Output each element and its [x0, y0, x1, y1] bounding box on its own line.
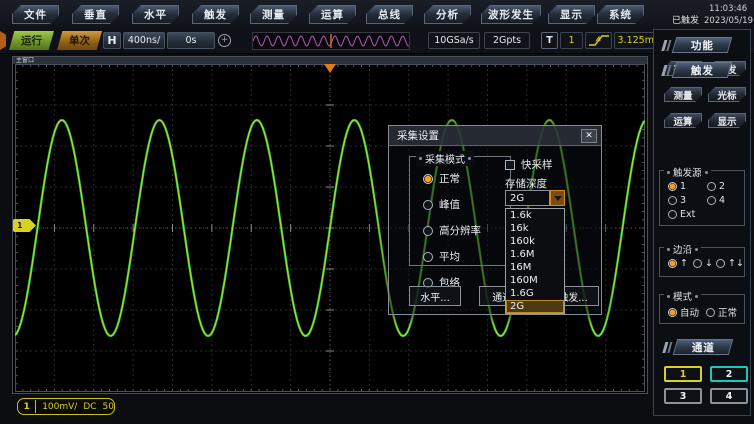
- mode-auto-radio[interactable]: 自动: [668, 305, 699, 319]
- oscilloscope-app: 文件 垂直 水平 触发 测量 运算 总线 分析 波形发生 显示 系统 已触发 1…: [0, 0, 754, 424]
- menu-measure[interactable]: 测量: [250, 5, 297, 24]
- source-ext-radio[interactable]: Ext: [668, 209, 695, 220]
- edge-falling-radio[interactable]: ↓: [693, 258, 713, 269]
- depth-option-selected[interactable]: 2G: [506, 300, 564, 313]
- menu-analysis[interactable]: 分析: [424, 5, 471, 24]
- menu-vertical[interactable]: 垂直: [72, 5, 119, 24]
- source-1-radio[interactable]: 1: [668, 181, 686, 192]
- menu-bus[interactable]: 总线: [366, 5, 413, 24]
- mode-normal-option[interactable]: 正常: [423, 171, 510, 186]
- function-header: 功能: [672, 37, 733, 53]
- channel-1-button[interactable]: 1: [664, 366, 702, 382]
- depth-option[interactable]: 1.6M: [506, 248, 564, 261]
- menu-trigger[interactable]: 触发: [192, 5, 239, 24]
- depth-option[interactable]: 160k: [506, 235, 564, 248]
- mode-hires-option[interactable]: 高分辨率: [423, 223, 510, 238]
- trigger-edge-icon[interactable]: [585, 32, 612, 49]
- scope-window-title: 主窗口: [13, 57, 647, 64]
- trigger-t-button[interactable]: T: [541, 32, 558, 49]
- timebase-button[interactable]: 400ns/: [123, 32, 165, 49]
- trigger-section-header: 触发: [672, 62, 733, 78]
- edge-group: 边沿 ↑ ↓ ↑↓: [659, 247, 745, 277]
- panel-display-button[interactable]: 显示: [708, 113, 746, 128]
- run-button[interactable]: 运行: [9, 31, 54, 50]
- depth-option[interactable]: 160M: [506, 274, 564, 287]
- channel-section-header: 通道: [673, 339, 734, 355]
- dialog-title: 采集设置: [389, 126, 601, 146]
- zoom-magnifier-icon[interactable]: +: [218, 34, 231, 47]
- depth-option[interactable]: 1.6k: [506, 209, 564, 222]
- menu-bar: 文件 垂直 水平 触发 测量 运算 总线 分析 波形发生 显示 系统 已触发 1…: [0, 0, 754, 28]
- trigger-status: 已触发: [672, 13, 699, 26]
- trigger-source-display[interactable]: 1: [560, 32, 583, 49]
- horizontal-settings-button[interactable]: 水平...: [409, 286, 461, 306]
- toolbar: 运行 单次 H 400ns/ 0s + 10GSa/s 2Gpts T 1 3.…: [0, 28, 754, 54]
- menu-math[interactable]: 运算: [309, 5, 356, 24]
- menu-system[interactable]: 系统: [597, 5, 644, 24]
- memory-depth-value: 2G: [506, 191, 550, 205]
- chevron-down-icon[interactable]: [550, 191, 564, 205]
- fast-sample-checkbox[interactable]: [505, 160, 515, 170]
- source-3-radio[interactable]: 3: [668, 195, 686, 206]
- h-offset-button[interactable]: 0s: [167, 32, 215, 49]
- menu-horizontal[interactable]: 水平: [132, 5, 179, 24]
- trigger-source-group: 触发源 1 2 3 4 Ext: [659, 170, 745, 226]
- panel-math-button[interactable]: 运算: [664, 113, 702, 128]
- menu-wavegen[interactable]: 波形发生: [481, 5, 541, 24]
- depth-option[interactable]: 1.6G: [506, 287, 564, 300]
- depth-option[interactable]: 16k: [506, 222, 564, 235]
- clock-date: 2023/05/19: [704, 16, 753, 26]
- fast-sample-row[interactable]: 快采样: [505, 157, 553, 172]
- edge-both-radio[interactable]: ↑↓: [716, 258, 744, 269]
- mode-average-option[interactable]: 平均: [423, 249, 510, 264]
- acquire-settings-dialog: 采集设置 ✕ 采集模式 正常 峰值 高分辨率 平均 包络 快采样 存储深度 2G…: [388, 125, 602, 315]
- channel-2-button[interactable]: 2: [710, 366, 748, 382]
- horizontal-h-button[interactable]: H: [103, 32, 121, 49]
- memory-depth-label: 存储深度: [505, 176, 547, 191]
- menu-file[interactable]: 文件: [12, 5, 59, 24]
- run-flag-accent: [0, 31, 6, 50]
- menu-display[interactable]: 显示: [548, 5, 595, 24]
- memory-depth-combobox[interactable]: 2G: [505, 190, 565, 206]
- single-button[interactable]: 单次: [57, 31, 102, 50]
- channel1-impedance: 50: [103, 402, 114, 412]
- acquire-mode-group: 采集模式 正常 峰值 高分辨率 平均 包络: [409, 156, 511, 266]
- mode-normal-radio[interactable]: 正常: [706, 305, 737, 319]
- channel1-coupling: DC: [83, 402, 96, 412]
- panel-cursor-button[interactable]: 光标: [708, 87, 746, 102]
- memory-depth-display: 2Gpts: [484, 32, 530, 49]
- channel1-number: 1: [18, 402, 35, 412]
- trigger-position-marker[interactable]: [324, 64, 336, 73]
- panel-measure-button[interactable]: 测量: [664, 87, 702, 102]
- waveform-preview-strip[interactable]: [252, 32, 410, 50]
- source-2-radio[interactable]: 2: [707, 181, 725, 192]
- preview-waveform: [253, 33, 409, 49]
- fast-sample-label: 快采样: [521, 157, 553, 172]
- trigger-mode-group: 模式 自动 正常: [659, 294, 745, 324]
- channel1-badge[interactable]: 1 100mV/ DC 50: [17, 398, 115, 415]
- badge-divider: [35, 400, 36, 413]
- mode-peak-option[interactable]: 峰值: [423, 197, 510, 212]
- channel-4-button[interactable]: 4: [710, 388, 748, 404]
- sample-rate-display: 10GSa/s: [428, 32, 480, 49]
- source-4-radio[interactable]: 4: [707, 195, 725, 206]
- channel-3-button[interactable]: 3: [664, 388, 702, 404]
- depth-option[interactable]: 16M: [506, 261, 564, 274]
- edge-rising-radio[interactable]: ↑: [668, 258, 688, 269]
- channel1-scale: 100mV/: [42, 402, 77, 412]
- right-panel: 功能 采集 触发 测量 光标 运算 显示 触发 触发源 1 2 3 4 Ext …: [653, 29, 751, 416]
- memory-depth-dropdown: 1.6k 16k 160k 1.6M 16M 160M 1.6G 2G: [505, 208, 565, 314]
- clock-time: 11:03:46: [709, 4, 747, 14]
- dialog-close-icon[interactable]: ✕: [581, 129, 597, 143]
